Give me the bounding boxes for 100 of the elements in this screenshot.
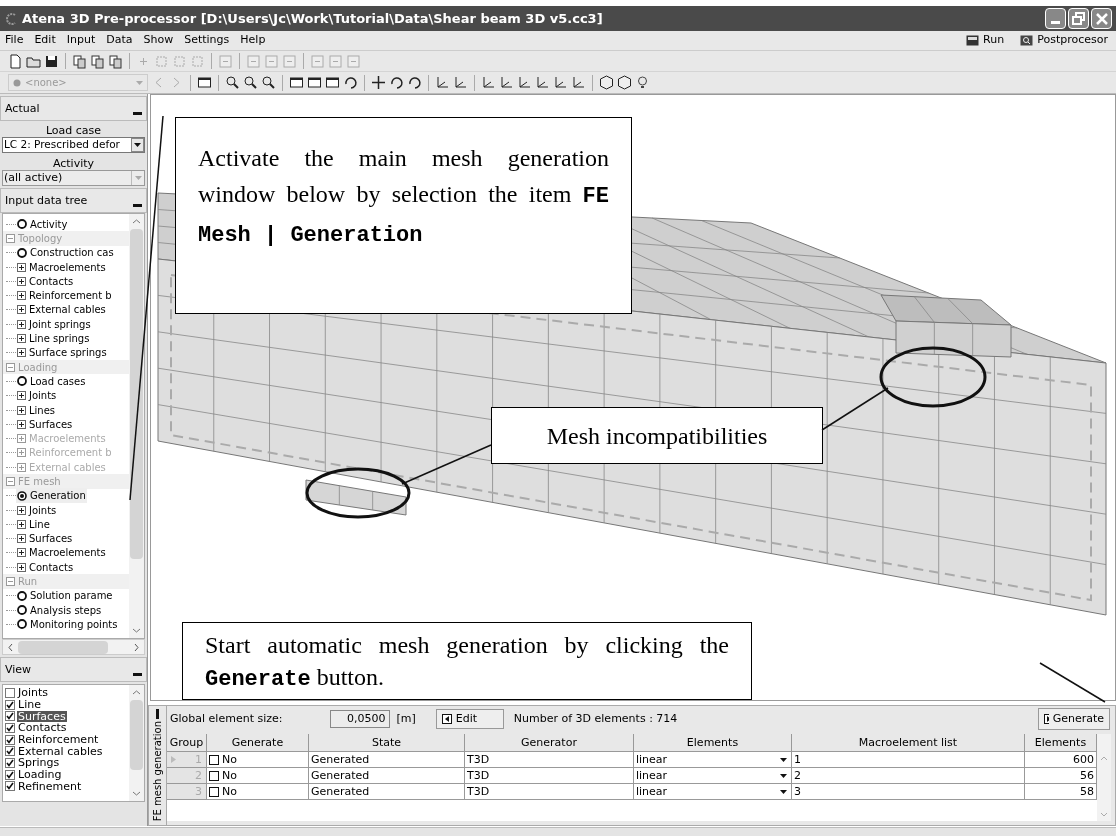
postprocessor-button[interactable]: Postprocesor (1020, 32, 1108, 49)
magnifier-icon[interactable] (225, 75, 240, 90)
tree-item[interactable]: Solution parame (16, 588, 114, 604)
expand-icon[interactable] (17, 548, 26, 558)
pages-icon[interactable] (90, 53, 105, 69)
tree-item[interactable]: Contacts (16, 273, 75, 289)
tree-item[interactable]: Line springs (16, 331, 91, 347)
generate-button[interactable]: Generate (1038, 708, 1110, 730)
activity-dropdown[interactable]: (all active) (2, 170, 145, 186)
column-header[interactable]: Macroelement list (792, 734, 1025, 752)
expand-icon[interactable] (17, 505, 26, 515)
expand-icon[interactable] (17, 519, 26, 529)
checkbox[interactable] (5, 699, 15, 710)
view-item[interactable]: Springs (17, 757, 61, 769)
menu-item[interactable]: Input (65, 32, 97, 49)
vertical-scrollbar[interactable] (129, 214, 144, 638)
column-header[interactable]: State (309, 734, 465, 752)
vertical-scrollbar[interactable] (1097, 734, 1111, 821)
cube-icon[interactable] (599, 75, 614, 90)
tree-item[interactable]: Load cases (16, 373, 87, 389)
window-icon[interactable] (307, 75, 322, 90)
menu-item[interactable]: Edit (33, 32, 57, 49)
checkbox[interactable] (5, 722, 15, 733)
view-item[interactable]: Joints (17, 687, 50, 699)
expand-icon[interactable] (17, 562, 26, 572)
view-item[interactable]: Refinement (17, 780, 83, 792)
tree-item[interactable]: Activity (16, 216, 69, 232)
axes-icon[interactable] (517, 75, 532, 90)
cube-icon[interactable] (617, 75, 632, 90)
panel-grip-icon[interactable] (156, 709, 159, 719)
checkbox[interactable] (5, 769, 15, 780)
view-item[interactable]: Contacts (17, 722, 68, 734)
panel-tab[interactable]: FE mesh generation (150, 720, 165, 821)
checkbox[interactable] (5, 711, 15, 722)
tree-item[interactable]: Surfaces (16, 531, 74, 547)
rotate-icon[interactable] (389, 75, 404, 90)
column-header[interactable]: Elements (634, 734, 792, 752)
menu-item[interactable]: Help (239, 32, 267, 49)
view-item[interactable]: Line (17, 699, 42, 711)
minimize-button[interactable] (1045, 8, 1066, 29)
magnifier-icon[interactable] (261, 75, 276, 90)
view-item[interactable]: Loading (17, 769, 63, 781)
tree-item[interactable]: Lines (16, 402, 57, 418)
expand-icon[interactable] (17, 319, 26, 329)
pages-icon[interactable] (72, 53, 87, 69)
expand-icon[interactable] (17, 276, 26, 286)
page-icon[interactable] (8, 53, 23, 69)
four-arrows-icon[interactable] (371, 75, 386, 90)
tree-item[interactable]: Surface springs (16, 345, 108, 361)
tree-item[interactable]: Joints (16, 388, 58, 404)
table-dropdown[interactable]: linear (634, 784, 792, 800)
checkbox[interactable] (209, 770, 219, 781)
tree-item[interactable]: Reinforcement b (16, 288, 113, 304)
horizontal-scrollbar[interactable] (2, 639, 145, 655)
expand-icon[interactable] (17, 291, 26, 301)
collapse-icon[interactable] (6, 577, 15, 587)
expand-icon[interactable] (17, 305, 26, 315)
axes-icon[interactable] (553, 75, 568, 90)
checkbox[interactable] (209, 754, 219, 765)
tree-item[interactable]: Joint springs (16, 316, 92, 332)
bulb-icon[interactable] (635, 75, 650, 90)
tree-item[interactable]: Generation (16, 488, 87, 504)
collapse-icon[interactable] (6, 477, 15, 486)
element-size-field[interactable]: 0,0500 (330, 710, 391, 728)
tree-item[interactable]: Surfaces (16, 416, 74, 432)
restore-button[interactable] (1068, 8, 1089, 29)
checkbox[interactable] (209, 786, 219, 797)
expand-icon[interactable] (17, 391, 26, 401)
pages-icon[interactable] (108, 53, 123, 69)
window-icon[interactable] (289, 75, 304, 90)
rotate-icon[interactable] (343, 75, 358, 90)
collapse-icon[interactable] (6, 362, 15, 372)
collapse-icon[interactable] (6, 233, 15, 243)
view-item[interactable]: External cables (17, 745, 104, 757)
load-case-dropdown[interactable]: LC 2: Prescribed defor (2, 137, 145, 153)
checkbox[interactable] (5, 734, 15, 745)
expand-icon[interactable] (17, 405, 26, 415)
axes-icon[interactable] (481, 75, 496, 90)
tree-item[interactable]: External cables (16, 302, 107, 318)
checkbox[interactable] (5, 746, 15, 757)
tree-item[interactable]: Construction cas (16, 245, 115, 261)
tree-item[interactable]: Monitoring points (16, 616, 119, 632)
tree-item[interactable]: Line (16, 516, 51, 532)
tree-item[interactable]: Joints (16, 502, 58, 518)
menu-item[interactable]: Settings (183, 32, 231, 49)
window-icon[interactable] (325, 75, 340, 90)
menu-item[interactable]: File (4, 32, 25, 49)
tree-item[interactable]: Macroelements (16, 545, 107, 561)
menu-item[interactable]: Data (105, 32, 134, 49)
tree-item[interactable]: Analysis steps (16, 602, 103, 618)
vertical-scrollbar[interactable] (129, 685, 144, 801)
tree-item[interactable]: Macroelements (16, 259, 107, 275)
menu-item[interactable]: Show (142, 32, 175, 49)
window-icon[interactable] (197, 75, 212, 90)
axes-icon[interactable] (535, 75, 550, 90)
magnifier-icon[interactable] (243, 75, 258, 90)
view-item[interactable]: Surfaces (17, 710, 67, 722)
tree-item[interactable]: Contacts (16, 559, 75, 575)
table-dropdown[interactable]: linear (634, 752, 792, 768)
expand-icon[interactable] (17, 419, 26, 429)
